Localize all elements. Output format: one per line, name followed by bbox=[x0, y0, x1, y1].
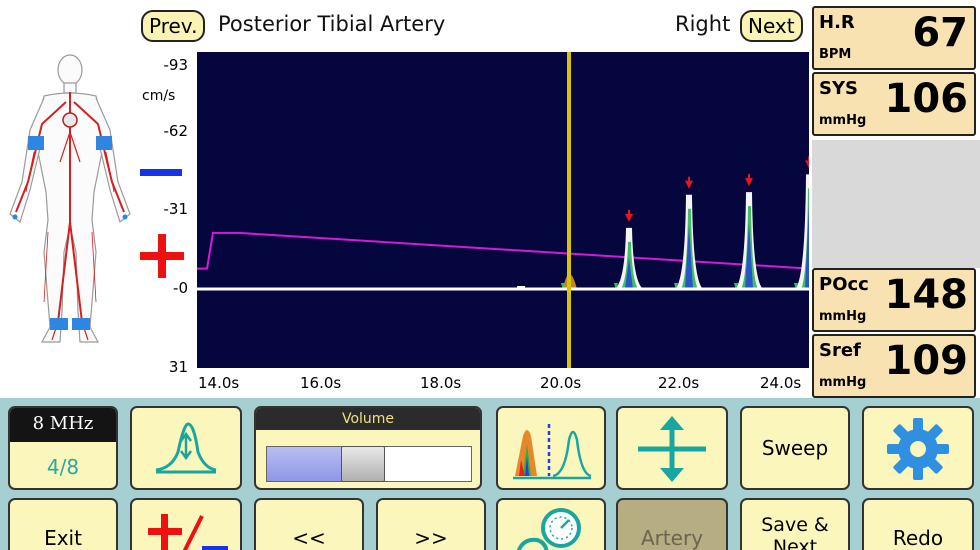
metric-value: 109 bbox=[884, 338, 969, 384]
x-tick-label: 24.0s bbox=[760, 374, 802, 392]
x-tick-label: 22.0s bbox=[658, 374, 700, 392]
y-tick-label: -93 bbox=[163, 56, 189, 74]
probe-frequency-button[interactable]: 8 MHz 4/8 bbox=[8, 406, 118, 490]
metric-unit: mmHg bbox=[819, 375, 867, 390]
x-tick-label: 14.0s bbox=[198, 374, 240, 392]
x-tick-label: 16.0s bbox=[300, 374, 342, 392]
redo-label: Redo bbox=[892, 526, 944, 550]
baseline-mark bbox=[517, 286, 525, 290]
header: Prev. Posterior Tibial Artery Right Next bbox=[0, 0, 810, 50]
waveform-icon bbox=[155, 422, 217, 474]
spectrum-icon bbox=[513, 424, 592, 480]
left-arm-cuff[interactable] bbox=[28, 136, 44, 150]
spectrum-view-button[interactable] bbox=[496, 406, 606, 490]
metric-value: 106 bbox=[884, 76, 969, 122]
x-tick-label: 20.0s bbox=[540, 374, 582, 392]
exit-button[interactable]: Exit bbox=[8, 498, 118, 550]
scroll-forward-button[interactable]: >> bbox=[376, 498, 486, 550]
exit-label: Exit bbox=[44, 526, 82, 550]
sweep-label: Sweep bbox=[761, 436, 829, 460]
metric-unit: mmHg bbox=[819, 309, 867, 324]
sweep-button[interactable]: Sweep bbox=[740, 406, 850, 490]
prev-button[interactable]: Prev. bbox=[141, 10, 206, 42]
spectrogram-display[interactable] bbox=[197, 52, 809, 368]
metric-unit: BPM bbox=[819, 47, 852, 62]
left-ankle-cuff[interactable] bbox=[50, 318, 68, 330]
vertical-scale-button[interactable] bbox=[616, 406, 728, 490]
heart-icon bbox=[62, 112, 78, 128]
systolic-metric: SYS mmHg 106 bbox=[812, 72, 976, 136]
gear-icon bbox=[887, 418, 949, 480]
side-label: Right bbox=[675, 12, 731, 36]
cuff-inflate-button[interactable] bbox=[496, 498, 606, 550]
x-tick-label: 18.0s bbox=[420, 374, 462, 392]
metric-unit: mmHg bbox=[819, 113, 867, 128]
y-axis-unit: cm/s bbox=[142, 88, 176, 104]
y-tick-label: -31 bbox=[163, 200, 189, 218]
metric-label: H.R bbox=[819, 12, 855, 33]
scroll-back-label: << bbox=[292, 526, 326, 550]
polarity-icon bbox=[148, 514, 228, 550]
volume-control[interactable]: Volume bbox=[254, 406, 482, 490]
artery-label: Artery bbox=[640, 526, 704, 550]
pressure-gauge-icon bbox=[516, 508, 581, 550]
waveform-button[interactable] bbox=[130, 406, 242, 490]
save-next-label: Save & Next bbox=[761, 514, 829, 550]
metric-label: SYS bbox=[819, 78, 858, 99]
save-next-button[interactable]: Save & Next bbox=[740, 498, 850, 550]
y-tick-label: -0 bbox=[173, 279, 188, 297]
left-hand-marker bbox=[12, 214, 18, 220]
next-button[interactable]: Next bbox=[740, 10, 803, 42]
gain-value: 4/8 bbox=[46, 455, 80, 479]
redo-button[interactable]: Redo bbox=[862, 498, 974, 550]
frequency-value: 8 MHz bbox=[10, 408, 116, 442]
scroll-back-button[interactable]: << bbox=[254, 498, 364, 550]
metrics-spacer bbox=[812, 140, 980, 268]
volume-slider-track[interactable] bbox=[266, 446, 472, 482]
y-tick-label: -62 bbox=[163, 122, 189, 140]
right-ankle-cuff[interactable] bbox=[72, 318, 90, 330]
scroll-forward-label: >> bbox=[414, 526, 448, 550]
metric-label: Sref bbox=[819, 340, 861, 361]
metric-value: 148 bbox=[884, 272, 969, 318]
heart-rate-metric: H.R BPM 67 bbox=[812, 6, 976, 70]
y-tick-label: 31 bbox=[168, 358, 188, 376]
vertical-scale-icon bbox=[638, 416, 706, 482]
volume-slider-thumb[interactable] bbox=[341, 446, 385, 482]
body-diagram[interactable] bbox=[4, 52, 136, 354]
right-hand-marker bbox=[122, 214, 128, 220]
metric-label: POcc bbox=[819, 274, 869, 295]
spectrogram-panel: -93 cm/s -62 -31 -0 31 14.0s 16.0s 18.0s… bbox=[140, 52, 812, 397]
reference-pressure-metric: Sref mmHg 109 bbox=[812, 334, 976, 398]
settings-button[interactable] bbox=[862, 406, 974, 490]
artery-button[interactable]: Artery bbox=[616, 498, 728, 550]
polarity-button[interactable] bbox=[130, 498, 242, 550]
right-arm-cuff[interactable] bbox=[96, 136, 112, 150]
volume-label: Volume bbox=[256, 408, 480, 430]
spectrogram-background bbox=[197, 52, 809, 368]
bottom-toolbar: 8 MHz 4/8 Volume Sweep Exit << >> Artery… bbox=[0, 398, 980, 550]
metric-value: 67 bbox=[912, 10, 968, 56]
artery-title: Posterior Tibial Artery bbox=[218, 12, 446, 36]
occlusion-pressure-metric: POcc mmHg 148 bbox=[812, 268, 976, 332]
